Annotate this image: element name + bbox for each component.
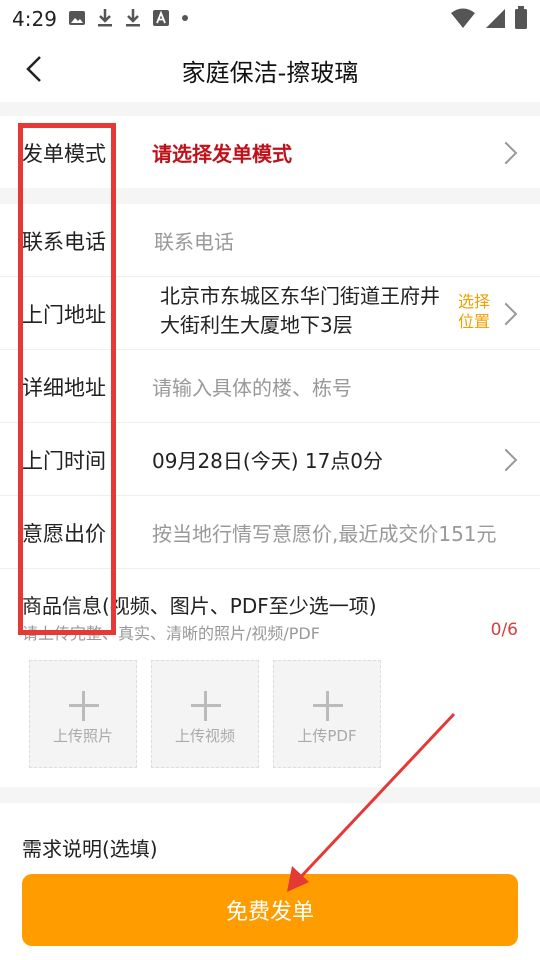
- annotation-arrow-icon: [287, 712, 456, 892]
